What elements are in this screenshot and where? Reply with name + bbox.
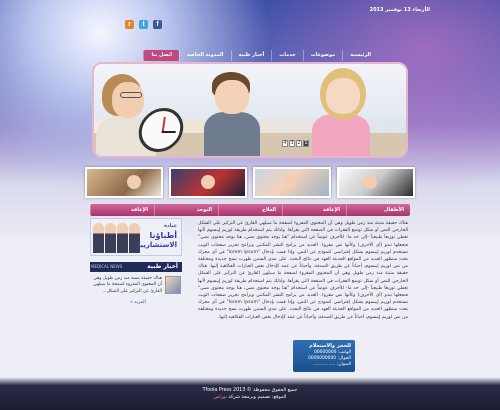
thumbnail-figure [127, 175, 141, 189]
twitter-icon[interactable]: t [139, 20, 148, 29]
slide-dot-4[interactable]: 4 [282, 140, 288, 147]
slide-dot-2[interactable]: 2 [296, 140, 302, 147]
nav-item-services[interactable]: خدمات [271, 50, 303, 61]
tab-autism[interactable]: التوحد [154, 204, 218, 216]
tab-treatment[interactable]: العلاج [218, 204, 282, 216]
footer: جميع الحقوق محفوظة © Tfoola Press 2013 ا… [0, 384, 500, 410]
nav-item-contact[interactable]: اتصل بنا [143, 50, 179, 61]
thumbnail-4[interactable] [337, 167, 415, 198]
rss-icon[interactable]: r [125, 20, 134, 29]
thumbnail-figure [283, 175, 297, 189]
hero-girl-body [312, 114, 370, 156]
contact-title: للحجز والاستعلام [309, 343, 351, 349]
thumbnail-strip [85, 167, 415, 198]
hero-boy-body [204, 112, 260, 156]
hero-boy-face [215, 80, 249, 114]
facebook-icon[interactable]: f [153, 20, 162, 29]
tab-disability[interactable]: الإعاقة [282, 204, 346, 216]
category-tabs: الأطفال الإعاقة العلاج التوحد الإعاقة [90, 204, 410, 216]
doctor-figure [117, 223, 128, 253]
nav-item-blog[interactable]: المدونة الخاصة [178, 50, 231, 61]
tab-children[interactable]: الأطفال [346, 204, 410, 216]
header-date: الأربعاء 13 نوفمبر 2013 [369, 7, 430, 13]
banner-line-1: أطباؤنا [149, 231, 177, 240]
news-excerpt: هناك حقيقة مثبتة منذ زمن طويل وهي أن الم… [93, 276, 162, 294]
contact-box: للحجز والاستعلام الهاتف: 00000000 الجوال… [293, 340, 355, 372]
banner-line-2: الاستشاريين [134, 241, 177, 249]
slider-pagination: 4 3 2 1 [282, 140, 309, 147]
nav-item-home[interactable]: الرئيسية [342, 50, 378, 61]
medical-news-subheading: MEDICAL NEWS [91, 264, 123, 269]
thumbnail-figure [201, 175, 215, 189]
doctor-figure [105, 223, 116, 253]
contact-address: العنوان: ................ [313, 362, 351, 367]
hero-girl-face [326, 78, 360, 114]
social-links: r t f [125, 20, 162, 29]
tab-disability-2[interactable]: الإعاقة [90, 204, 154, 216]
page: الأربعاء 13 نوفمبر 2013 r t f الرئيسية م… [0, 0, 500, 410]
slide-dot-1[interactable]: 1 [303, 140, 309, 147]
news-thumbnail[interactable] [165, 276, 181, 294]
footer-credit: الموقع: تصميم وبرمجة شركة نوراس [0, 394, 500, 401]
footer-credit-link[interactable]: نوراس [214, 395, 227, 400]
nav-item-topics[interactable]: موضوعات [302, 50, 343, 61]
thumbnail-1[interactable] [85, 167, 163, 198]
footer-copyright: جميع الحقوق محفوظة © Tfoola Press 2013 [202, 388, 298, 393]
hero-slider[interactable] [92, 62, 408, 158]
hero-teacher-glasses [120, 92, 142, 98]
thumbnail-3[interactable] [253, 167, 331, 198]
thumbnail-2[interactable] [169, 167, 247, 198]
doctor-figure [93, 223, 104, 253]
nav-item-medical-news[interactable]: أخبار طبية [230, 50, 272, 61]
doctors-photo [93, 223, 140, 253]
main-navigation: الرئيسية موضوعات خدمات أخبار طبية المدون… [96, 50, 408, 61]
footer-credit-text: الموقع: تصميم وبرمجة شركة [228, 395, 287, 400]
hero-teacher-face [112, 82, 144, 118]
doctors-banner[interactable]: عيادة أطباؤنا الاستشاريين [90, 218, 182, 256]
thumbnail-figure [363, 175, 377, 189]
news-more-link[interactable]: المزيد » [130, 300, 146, 305]
banner-title: عيادة [164, 223, 177, 229]
slide-dot-3[interactable]: 3 [289, 140, 295, 147]
clock-hand-hour [161, 131, 176, 133]
